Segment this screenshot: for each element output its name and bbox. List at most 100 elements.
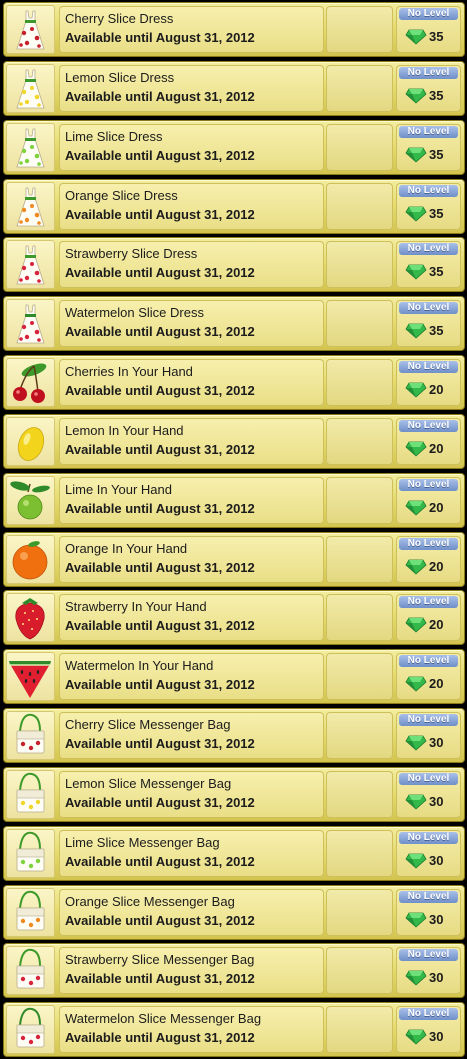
gem-icon	[405, 1029, 427, 1045]
orange-bag-icon	[16, 890, 45, 931]
item-price: 30	[429, 1029, 444, 1044]
gem-icon	[405, 29, 427, 45]
item-price-box[interactable]: No Level 30	[396, 712, 461, 759]
item-empty-slot	[326, 830, 393, 877]
list-item[interactable]: Lime Slice Dress Available until August …	[3, 120, 465, 175]
item-price: 20	[429, 382, 444, 397]
item-empty-slot	[326, 889, 393, 936]
item-price-box[interactable]: No Level 20	[396, 653, 461, 700]
item-price: 35	[429, 206, 444, 221]
item-empty-slot	[326, 1006, 393, 1053]
list-item[interactable]: Lemon Slice Messenger Bag Available unti…	[3, 767, 465, 822]
item-empty-slot	[326, 594, 393, 641]
item-availability: Available until August 31, 2012	[65, 383, 255, 398]
list-item[interactable]: Cherry Slice Dress Available until Augus…	[3, 2, 465, 57]
item-price-box[interactable]: No Level 35	[396, 6, 461, 53]
item-price-box[interactable]: No Level 20	[396, 477, 461, 524]
item-empty-slot	[326, 124, 393, 171]
item-price-box[interactable]: No Level 30	[396, 830, 461, 877]
item-empty-slot	[326, 418, 393, 465]
item-name: Orange Slice Dress	[65, 188, 178, 203]
item-name: Cherry Slice Messenger Bag	[65, 717, 231, 732]
item-price-box[interactable]: No Level 30	[396, 889, 461, 936]
level-badge: No Level	[399, 185, 458, 197]
item-price-box[interactable]: No Level 35	[396, 124, 461, 171]
item-name: Orange Slice Messenger Bag	[65, 894, 235, 909]
level-badge: No Level	[399, 596, 458, 608]
item-empty-slot	[326, 712, 393, 759]
list-item[interactable]: Watermelon In Your Hand Available until …	[3, 649, 465, 704]
item-price-box[interactable]: No Level 20	[396, 359, 461, 406]
item-empty-slot	[326, 241, 393, 288]
level-badge: No Level	[399, 243, 458, 255]
item-info: Strawberry In Your Hand Available until …	[59, 594, 368, 641]
lime-icon	[10, 481, 50, 520]
item-thumbnail	[6, 652, 55, 701]
item-info: Cherry Slice Dress Available until Augus…	[59, 6, 368, 53]
item-price-box[interactable]: No Level 30	[396, 771, 461, 818]
item-name: Cherry Slice Dress	[65, 11, 174, 26]
lemon-icon	[17, 427, 45, 461]
lime-bag-icon	[16, 831, 45, 872]
item-price: 35	[429, 88, 444, 103]
item-empty-slot	[326, 771, 393, 818]
item-info: Orange Slice Messenger Bag Available unt…	[59, 889, 368, 936]
item-thumbnail	[6, 888, 55, 937]
item-price-box[interactable]: No Level 30	[396, 1006, 461, 1053]
item-thumbnail	[6, 1005, 55, 1054]
list-item[interactable]: Lemon In Your Hand Available until Augus…	[3, 414, 465, 469]
item-thumbnail	[6, 711, 55, 760]
item-price-box[interactable]: No Level 20	[396, 536, 461, 583]
list-item[interactable]: Strawberry Slice Messenger Bag Available…	[3, 943, 465, 998]
item-price-box[interactable]: No Level 35	[396, 65, 461, 112]
lime-dress-icon	[16, 128, 45, 168]
item-price-box[interactable]: No Level 35	[396, 183, 461, 230]
item-price: 20	[429, 676, 444, 691]
list-item[interactable]: Strawberry Slice Dress Available until A…	[3, 237, 465, 292]
list-item[interactable]: Strawberry In Your Hand Available until …	[3, 590, 465, 645]
item-price: 35	[429, 147, 444, 162]
item-thumbnail	[6, 476, 55, 525]
item-name: Strawberry In Your Hand	[65, 599, 207, 614]
watermelon-icon	[9, 661, 51, 698]
gem-icon	[405, 147, 427, 163]
list-item[interactable]: Orange In Your Hand Available until Augu…	[3, 532, 465, 587]
item-empty-slot	[326, 183, 393, 230]
level-badge: No Level	[399, 67, 458, 79]
list-item[interactable]: Watermelon Slice Messenger Bag Available…	[3, 1002, 465, 1057]
list-item[interactable]: Cherries In Your Hand Available until Au…	[3, 355, 465, 410]
item-availability: Available until August 31, 2012	[65, 324, 255, 339]
level-badge: No Level	[399, 655, 458, 667]
item-price-box[interactable]: No Level 20	[396, 418, 461, 465]
list-item[interactable]: Lime Slice Messenger Bag Available until…	[3, 826, 465, 881]
cherry-dress-icon	[16, 10, 45, 50]
item-thumbnail	[6, 535, 55, 584]
gem-icon	[405, 912, 427, 928]
gem-icon	[405, 323, 427, 339]
item-thumbnail	[6, 593, 55, 642]
item-thumbnail	[6, 123, 55, 172]
item-availability: Available until August 31, 2012	[65, 677, 255, 692]
item-price: 20	[429, 617, 444, 632]
level-badge: No Level	[399, 302, 458, 314]
item-price-box[interactable]: No Level 35	[396, 241, 461, 288]
item-price: 35	[429, 264, 444, 279]
list-item[interactable]: Lemon Slice Dress Available until August…	[3, 61, 465, 116]
list-item[interactable]: Orange Slice Messenger Bag Available unt…	[3, 885, 465, 940]
item-availability: Available until August 31, 2012	[65, 913, 255, 928]
item-info: Watermelon In Your Hand Available until …	[59, 653, 368, 700]
list-item[interactable]: Orange Slice Dress Available until Augus…	[3, 179, 465, 234]
item-info: Lime Slice Messenger Bag Available until…	[59, 830, 368, 877]
item-price-box[interactable]: No Level 35	[396, 300, 461, 347]
item-price-box[interactable]: No Level 20	[396, 594, 461, 641]
list-item[interactable]: Watermelon Slice Dress Available until A…	[3, 296, 465, 351]
list-item[interactable]: Cherry Slice Messenger Bag Available unt…	[3, 708, 465, 763]
item-price-box[interactable]: No Level 30	[396, 947, 461, 994]
item-empty-slot	[326, 477, 393, 524]
list-item[interactable]: Lime In Your Hand Available until August…	[3, 473, 465, 528]
item-availability: Available until August 31, 2012	[65, 1030, 255, 1045]
item-info: Strawberry Slice Dress Available until A…	[59, 241, 368, 288]
item-info: Watermelon Slice Messenger Bag Available…	[59, 1006, 368, 1053]
item-availability: Available until August 31, 2012	[65, 560, 255, 575]
item-info: Watermelon Slice Dress Available until A…	[59, 300, 368, 347]
